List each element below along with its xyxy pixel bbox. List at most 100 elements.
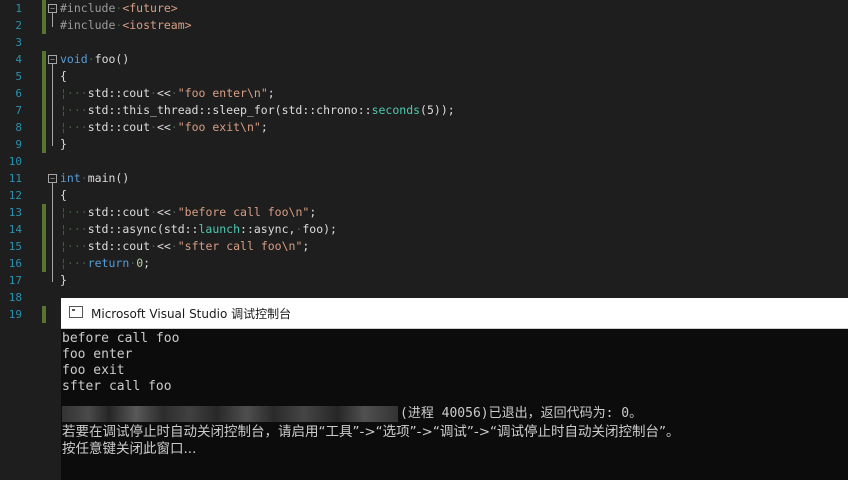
code-token: ;: [267, 86, 275, 100]
line-number: 17: [8, 274, 22, 287]
code-line[interactable]: }: [60, 136, 67, 153]
change-marker: [42, 0, 46, 34]
line-number: 4: [15, 53, 22, 66]
code-token: <iostream>: [122, 18, 192, 32]
line-number: 5: [15, 70, 22, 83]
code-token: ;: [260, 120, 268, 134]
code-line[interactable]: #include·<future>: [60, 0, 178, 17]
code-line[interactable]: ¦···return·0;: [60, 255, 150, 272]
code-token: std::async(std::: [87, 222, 199, 236]
auto-close-hint: 若要在调试停止时自动关闭控制台，请启用“工具”->“选项”->“调试”->“调试…: [62, 424, 680, 440]
fold-guide: [52, 13, 53, 27]
fold-guide: [52, 64, 53, 146]
code-line[interactable]: ¦···std::async(std::launch::async,·foo);: [60, 221, 337, 238]
line-number: 13: [8, 206, 22, 219]
code-token: ¦···: [60, 86, 88, 100]
code-token: {: [60, 188, 67, 202]
line-number: 14: [8, 223, 22, 236]
line-number: 16: [8, 257, 22, 270]
collapse-icon[interactable]: −: [48, 4, 57, 13]
code-token: seconds: [371, 103, 421, 117]
code-line[interactable]: }: [60, 272, 67, 289]
code-token: ::async,: [240, 222, 296, 236]
code-line[interactable]: ¦···std::cout·<<·"before call foo\n";: [60, 204, 316, 221]
code-line[interactable]: {: [60, 68, 67, 85]
code-token: ¦···: [60, 256, 88, 270]
code-token: ¦···: [60, 239, 88, 253]
code-token: <<: [156, 86, 171, 100]
redacted-path: [62, 406, 398, 422]
console-app-icon: [69, 306, 83, 318]
line-number: 6: [15, 87, 22, 100]
code-token: "sfter call foo\n": [177, 239, 303, 253]
console-output-line: foo exit: [62, 363, 125, 378]
code-token: }: [60, 273, 67, 287]
code-token: <future>: [122, 1, 178, 15]
code-line[interactable]: int·main(): [60, 170, 129, 187]
process-exit-message: (进程 40056)已退出，返回代码为: 0。: [400, 406, 643, 421]
code-token: #include: [60, 1, 116, 15]
code-token: std::this_thread::sleep_for(std::chrono:…: [87, 103, 372, 117]
code-token: "foo enter\n": [177, 86, 268, 100]
code-token: int: [60, 171, 81, 185]
code-line[interactable]: void·foo(): [60, 51, 129, 68]
line-number: 19: [8, 308, 22, 321]
line-number: 11: [8, 172, 22, 185]
change-marker: [42, 51, 46, 153]
code-token: std::cout: [87, 239, 151, 253]
code-token: ·: [170, 239, 178, 253]
code-line[interactable]: #include·<iostream>: [60, 17, 192, 34]
code-token: ¦···: [60, 120, 88, 134]
line-number: 18: [8, 291, 22, 304]
line-number: 10: [8, 155, 22, 168]
line-number: 3: [15, 36, 22, 49]
screenshot-root: 1 2 3 4 5 6 7 8 9 10 11 12 13 14 15 16 17 18 19 − − − #inc…: [0, 0, 848, 480]
change-marker: [42, 204, 46, 272]
code-token: main(): [87, 171, 130, 185]
code-line[interactable]: ¦···std::this_thread::sleep_for(std::chr…: [60, 102, 455, 119]
code-token: (5));: [420, 103, 455, 117]
debug-console-window[interactable]: Microsoft Visual Studio 调试控制台 before cal…: [61, 298, 848, 480]
code-token: #include: [60, 18, 116, 32]
code-token: ¦···: [60, 205, 88, 219]
code-token: {: [60, 69, 67, 83]
console-titlebar[interactable]: Microsoft Visual Studio 调试控制台: [61, 298, 848, 329]
code-token: void: [60, 52, 88, 66]
console-output-line: before call foo: [62, 331, 180, 346]
code-token: foo(): [94, 52, 130, 66]
code-token: ;: [302, 239, 310, 253]
console-title: Microsoft Visual Studio 调试控制台: [91, 307, 292, 321]
line-number: 2: [15, 19, 22, 32]
code-token: ·: [170, 120, 178, 134]
code-line[interactable]: ¦···std::cout·<<·"sfter call foo\n";: [60, 238, 309, 255]
press-any-key-prompt: 按任意键关闭此窗口...: [62, 441, 197, 457]
line-number: 9: [15, 138, 22, 151]
line-number: 1: [15, 2, 22, 15]
code-token: }: [60, 137, 67, 151]
line-number: 12: [8, 189, 22, 202]
collapse-icon[interactable]: −: [48, 55, 57, 64]
code-token: ;: [309, 205, 317, 219]
code-token: "foo exit\n": [177, 120, 261, 134]
fold-guide: [52, 183, 53, 282]
change-marker: [42, 306, 46, 323]
code-line[interactable]: ¦···std::cout·<<·"foo exit\n";: [60, 119, 268, 136]
code-line[interactable]: ¦···std::cout·<<·"foo enter\n";: [60, 85, 275, 102]
code-token: "before call foo\n": [177, 205, 310, 219]
console-output-line: foo enter: [62, 347, 133, 362]
code-token: return: [87, 256, 130, 270]
code-token: ·: [170, 205, 178, 219]
collapse-icon[interactable]: −: [48, 174, 57, 183]
code-token: launch: [198, 222, 241, 236]
line-number: 15: [8, 240, 22, 253]
line-number: 7: [15, 104, 22, 117]
code-token: ·: [150, 120, 157, 134]
console-output[interactable]: before call foo foo enter foo exit sfter…: [62, 329, 848, 480]
console-output-line: sfter call foo: [62, 379, 172, 394]
code-token: ·: [87, 52, 95, 66]
code-line[interactable]: {: [60, 187, 67, 204]
line-number-gutter: 1 2 3 4 5 6 7 8 9 10 11 12 13 14 15 16 17 18 19: [0, 0, 40, 480]
code-token: <<: [156, 120, 171, 134]
code-token: ·: [170, 86, 178, 100]
code-token: ¦···: [60, 222, 88, 236]
